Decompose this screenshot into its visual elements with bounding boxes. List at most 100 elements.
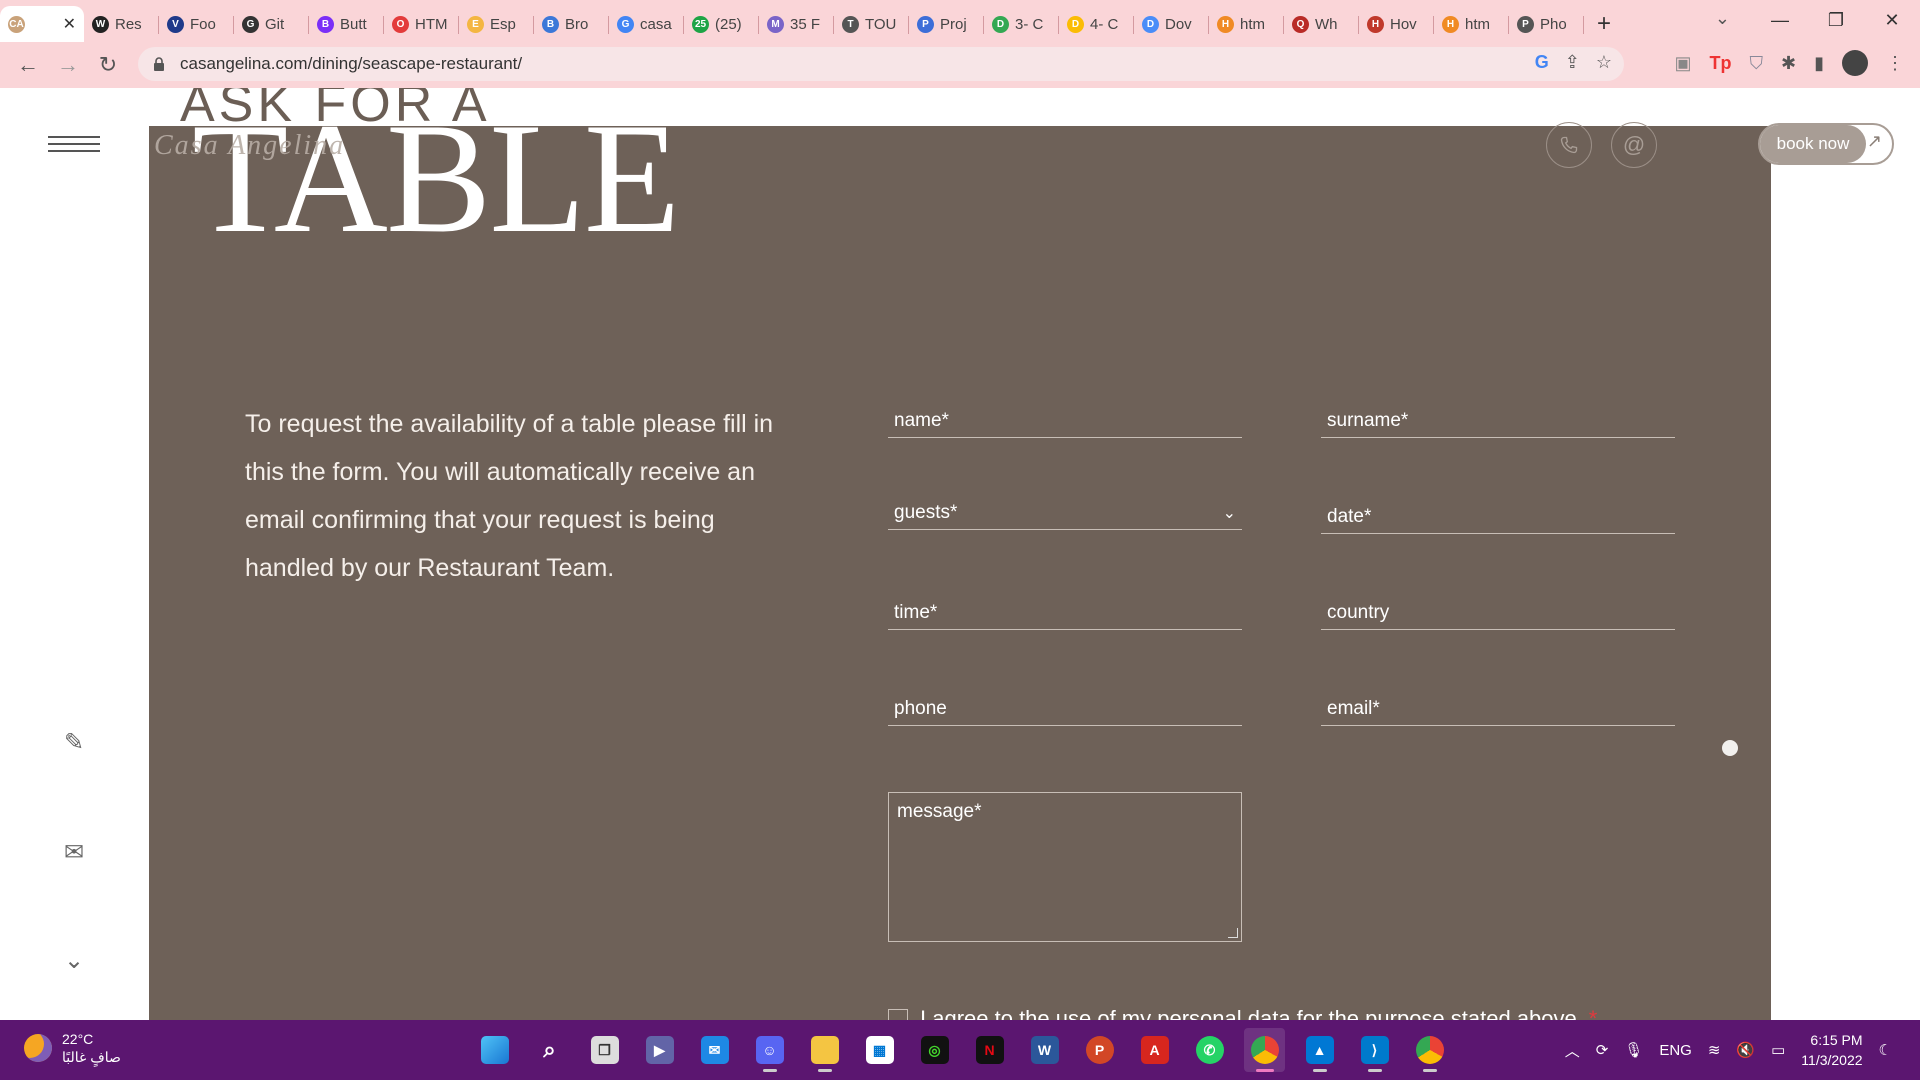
close-window-icon[interactable]: ✕ (1864, 0, 1920, 40)
whatsapp-button[interactable]: ✆ (1189, 1028, 1230, 1072)
email-at-button[interactable]: @ (1611, 122, 1657, 168)
browser-tab[interactable]: Hhtm (1434, 6, 1509, 42)
time-field[interactable]: time* (888, 596, 1242, 630)
date-field[interactable]: date* (1321, 500, 1675, 534)
search-button[interactable]: ⌕ (529, 1028, 570, 1072)
browser-tab[interactable]: Q Wh (1284, 6, 1359, 42)
profile-avatar[interactable] (1842, 50, 1868, 76)
chrome-second-button[interactable] (1409, 1028, 1450, 1072)
teams-chat-button[interactable]: ▶ (639, 1028, 680, 1072)
tab-close-icon[interactable]: ✕ (63, 14, 76, 34)
language-indicator[interactable]: ENG (1659, 1042, 1692, 1059)
browser-tab[interactable]: B Butt (309, 6, 384, 42)
browser-tab[interactable]: G Git (234, 6, 309, 42)
photos-icon: ▲ (1305, 1036, 1334, 1064)
pencil-icon[interactable]: ✎ (64, 728, 84, 757)
task-view-icon: ❐ (590, 1036, 619, 1064)
microphone-icon[interactable]: 🎙 (1624, 1041, 1643, 1059)
tab-favicon-icon: B (542, 15, 559, 33)
wifi-icon[interactable]: ≋ (1708, 1041, 1721, 1059)
discord-button[interactable]: ☺ (749, 1028, 790, 1072)
side-panel-icon[interactable]: ▮ (1814, 53, 1824, 74)
book-now-button[interactable]: book now ↗ (1758, 123, 1894, 165)
tab-label: 3- C (1015, 15, 1044, 33)
minimize-icon[interactable]: — (1752, 0, 1808, 40)
tp-extension-icon[interactable]: Tp (1710, 53, 1732, 74)
browser-tab[interactable]: E Esp (459, 6, 534, 42)
powerpoint-button[interactable]: P (1079, 1028, 1120, 1072)
browser-tab[interactable]: D Dov (1134, 6, 1209, 42)
puzzle-extensions-icon[interactable]: ✱ (1781, 53, 1796, 74)
phone-field[interactable]: phone (888, 692, 1242, 726)
browser-tab[interactable]: 25 (25) (684, 6, 759, 42)
sync-icon[interactable]: ⟳ (1596, 1041, 1609, 1059)
browser-tab[interactable]: Gcasa (609, 6, 684, 42)
message-textarea[interactable]: message* (888, 792, 1242, 942)
netflix-button[interactable]: N (969, 1028, 1010, 1072)
browser-tab[interactable]: W Res (84, 6, 159, 42)
word-button[interactable]: W (1024, 1028, 1065, 1072)
country-field[interactable]: country (1321, 596, 1675, 630)
tab-label: Wh (1315, 15, 1338, 33)
address-bar[interactable]: casangelina.com/dining/seascape-restaura… (138, 47, 1624, 81)
forward-icon[interactable]: → (48, 45, 88, 85)
resize-handle[interactable] (1228, 928, 1238, 938)
time-placeholder: time* (894, 601, 938, 623)
chevron-down-icon: ⌄ (1222, 504, 1236, 522)
chevron-down-icon[interactable]: ⌄ (64, 946, 84, 975)
acrobat-button[interactable]: A (1134, 1028, 1175, 1072)
mail-button[interactable]: ✉ (694, 1028, 735, 1072)
phone-button[interactable] (1546, 122, 1592, 168)
clock[interactable]: 6:15 PM 11/3/2022 (1801, 1030, 1862, 1070)
bookmark-star-icon[interactable]: ☆ (1596, 52, 1612, 73)
file-explorer-button[interactable] (804, 1028, 845, 1072)
browser-tab[interactable]: CA ✕ (0, 6, 84, 42)
browser-tab[interactable]: H Hov (1359, 6, 1434, 42)
restore-icon[interactable]: ❐ (1808, 0, 1864, 40)
task-view-button[interactable]: ❐ (584, 1028, 625, 1072)
photos-button[interactable]: ▲ (1299, 1028, 1340, 1072)
whatsapp-icon: ✆ (1195, 1036, 1224, 1064)
vscode-button[interactable]: ⟩ (1354, 1028, 1395, 1072)
name-field[interactable]: name* (888, 404, 1242, 438)
shield-extension-icon[interactable]: ⛉ (1750, 53, 1764, 74)
browser-tab[interactable]: P Proj (909, 6, 984, 42)
weather-widget[interactable]: 22°C صافٍ غالبًا (24, 1030, 121, 1066)
store-button[interactable]: ▦ (859, 1028, 900, 1072)
reload-icon[interactable]: ↻ (88, 45, 128, 85)
browser-tab[interactable]: V Foo (159, 6, 234, 42)
weather-description: صافٍ غالبًا (62, 1049, 121, 1065)
browser-tab[interactable]: D 3- C (984, 6, 1059, 42)
share-icon[interactable]: ⇪ (1565, 52, 1580, 73)
browser-tab[interactable]: D 4- C (1059, 6, 1134, 42)
start-button[interactable] (474, 1028, 515, 1072)
hamburger-menu-icon[interactable] (48, 136, 100, 157)
browser-tab[interactable]: P Pho (1509, 6, 1584, 42)
back-icon[interactable]: ← (8, 45, 48, 85)
browser-tab[interactable]: Hhtm (1209, 6, 1284, 42)
tab-search-chevron-icon[interactable]: ⌄ (1715, 8, 1730, 29)
scroll-indicator-dot[interactable] (1722, 740, 1738, 756)
notifications-moon-icon[interactable]: ☾ (1879, 1041, 1892, 1059)
browser-tab[interactable]: T TOU (834, 6, 909, 42)
surname-field[interactable]: surname* (1321, 404, 1675, 438)
email-field[interactable]: email* (1321, 692, 1675, 726)
consent-checkbox[interactable] (888, 1009, 908, 1020)
google-icon[interactable]: G (1535, 52, 1549, 73)
extension-icon[interactable]: ▣ (1674, 53, 1691, 74)
browser-menu-icon[interactable]: ⋮ (1886, 53, 1904, 74)
chrome-button[interactable] (1244, 1028, 1285, 1072)
show-hidden-icons-chevron-icon[interactable]: ︿ (1565, 1040, 1580, 1061)
envelope-icon[interactable]: ✉ (64, 838, 84, 867)
razer-button[interactable]: ◎ (914, 1028, 955, 1072)
tab-favicon-icon: 25 (692, 15, 709, 33)
browser-tab[interactable]: M 35 F (759, 6, 834, 42)
browser-tab[interactable]: B Bro (534, 6, 609, 42)
browser-tab[interactable]: O HTM (384, 6, 459, 42)
tab-label: Foo (190, 15, 216, 33)
volume-muted-icon[interactable]: 🔇 (1736, 1041, 1755, 1059)
new-tab-button[interactable]: + (1584, 6, 1624, 42)
guests-select[interactable]: guests* ⌄ (888, 496, 1242, 530)
battery-icon[interactable]: ▭ (1771, 1041, 1785, 1059)
tab-favicon-icon: P (917, 15, 934, 33)
